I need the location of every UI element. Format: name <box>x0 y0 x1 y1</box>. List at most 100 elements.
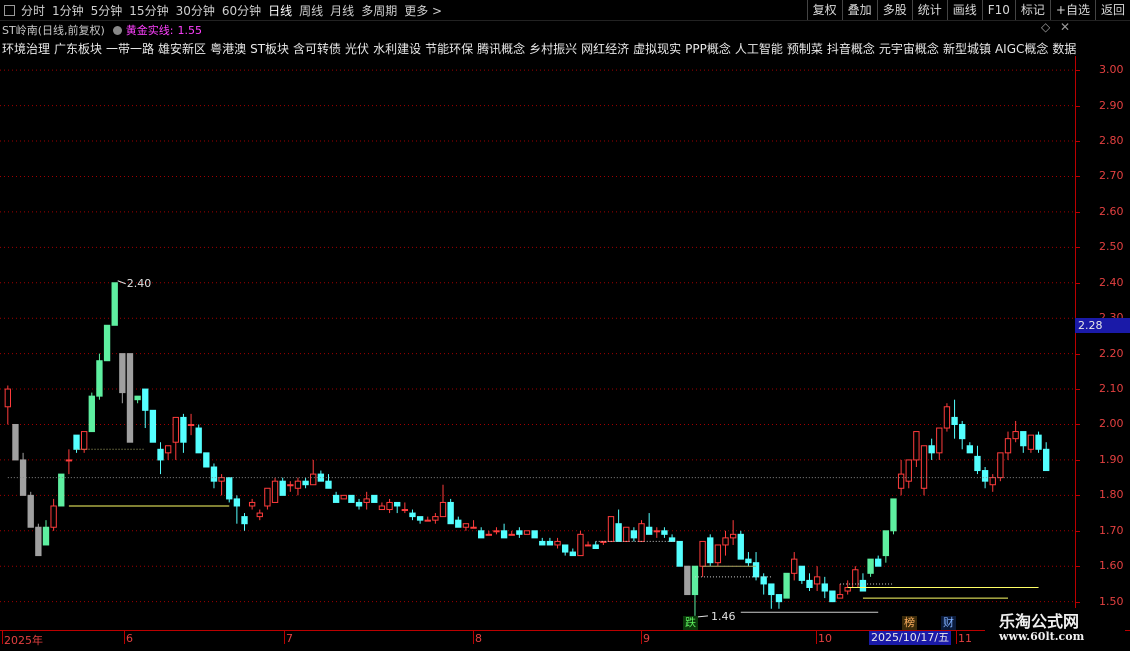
candle-body-126 <box>966 445 974 454</box>
diamond-icon[interactable]: ◇ <box>1041 20 1050 34</box>
watermark-title: 乐淘公式网 <box>999 612 1080 631</box>
watermark-url: www.60lt.com <box>999 630 1085 643</box>
period-tab-5[interactable]: 60分钟 <box>222 2 261 19</box>
finance-badge[interactable]: 财 <box>941 616 956 630</box>
concept-tag-20[interactable]: AIGC概念 <box>995 40 1048 56</box>
concept-tag-18[interactable]: 元宇宙概念 <box>879 40 939 56</box>
candle-body-133 <box>1020 431 1027 447</box>
concept-tag-5[interactable]: ST板块 <box>250 40 289 56</box>
concept-tag-1[interactable]: 广东板块 <box>54 40 102 56</box>
current-price-tag: 2.28 <box>1075 318 1130 334</box>
candle-body-54 <box>416 516 424 521</box>
low-price-pointer <box>697 615 709 618</box>
concept-tag-12[interactable]: 网红经济 <box>581 40 629 56</box>
stock-name: ST岭南(日线,前复权) <box>2 24 105 37</box>
candle-body-41 <box>317 473 325 482</box>
candle-body-80 <box>615 523 622 542</box>
candle-body-99 <box>760 576 767 585</box>
period-tab-4[interactable]: 30分钟 <box>176 2 215 19</box>
concept-tag-4[interactable]: 粤港澳 <box>210 40 246 56</box>
period-tab-8[interactable]: 月线 <box>330 2 354 19</box>
candle-body-85 <box>653 530 660 533</box>
candle-body-79 <box>607 516 615 542</box>
concept-tag-17[interactable]: 抖音概念 <box>827 40 875 56</box>
candle-body-74 <box>569 551 576 557</box>
candle-body-58 <box>447 501 454 525</box>
period-tab-7[interactable]: 周线 <box>299 2 323 19</box>
toolbar-button-7[interactable]: +自选 <box>1049 0 1095 20</box>
price-tick-12: 1.80 <box>1099 488 1124 502</box>
candle-body-60 <box>462 523 470 528</box>
price-tick-mark-11 <box>1076 459 1080 461</box>
toolbar-button-3[interactable]: 统计 <box>911 0 947 20</box>
indicator-name: 黄金实线 <box>125 24 170 37</box>
price-tick-mark-0 <box>1076 70 1080 72</box>
date-label-4: 9 <box>643 632 650 645</box>
candle-body-14 <box>111 282 118 326</box>
toolbar-button-5[interactable]: F10 <box>981 0 1015 20</box>
concept-tag-10[interactable]: 腾讯概念 <box>477 40 525 56</box>
price-tick-mark-10 <box>1076 424 1080 426</box>
candlestick-chart[interactable]: 2.40 1.46 <box>0 56 1075 630</box>
price-tick-3: 2.70 <box>1099 169 1124 183</box>
date-label-0: 2025年 <box>4 634 43 647</box>
price-tick-10: 2.00 <box>1099 417 1124 431</box>
candle-body-122 <box>936 427 943 454</box>
concept-tag-11[interactable]: 乡村振兴 <box>529 40 577 56</box>
candle-body-6 <box>50 505 57 528</box>
period-tab-2[interactable]: 5分钟 <box>91 2 123 19</box>
concept-tag-7[interactable]: 光伏 <box>345 40 369 56</box>
price-tick-15: 1.50 <box>1099 594 1124 608</box>
candle-body-40 <box>310 473 317 486</box>
date-label-5: 10 <box>818 632 832 645</box>
concept-tag-21[interactable]: 数据确权 <box>1052 40 1076 56</box>
drop-badge[interactable]: 跌 <box>683 616 698 630</box>
candle-body-32 <box>248 501 256 507</box>
toggle-square-icon[interactable] <box>4 4 15 16</box>
candle-body-90 <box>691 565 699 596</box>
concept-tag-6[interactable]: 含可转债 <box>293 40 341 56</box>
concept-tag-15[interactable]: 人工智能 <box>735 40 783 56</box>
period-tab-3[interactable]: 15分钟 <box>129 2 168 19</box>
concept-tag-13[interactable]: 虚拟现实 <box>633 40 681 56</box>
price-tick-9: 2.10 <box>1099 382 1124 396</box>
concept-tag-9[interactable]: 节能环保 <box>425 40 473 56</box>
candle-body-25 <box>195 427 202 454</box>
toolbar-button-0[interactable]: 复权 <box>806 0 842 20</box>
concept-tag-3[interactable]: 雄安新区 <box>158 40 206 56</box>
toolbar-button-2[interactable]: 多股 <box>876 0 912 20</box>
toolbar-button-6[interactable]: 标记 <box>1014 0 1050 20</box>
concept-tag-16[interactable]: 预制菜 <box>787 40 823 56</box>
period-tab-9[interactable]: 多周期 <box>361 2 397 19</box>
date-label-3: 8 <box>475 632 482 645</box>
candle-body-5 <box>42 526 50 546</box>
date-separator-5 <box>816 631 817 644</box>
candle-body-19 <box>149 409 157 443</box>
close-icon[interactable]: ✕ <box>1060 20 1070 34</box>
date-label-1: 6 <box>126 632 133 645</box>
indicator-toggle-icon[interactable] <box>112 25 122 35</box>
candle-body-83 <box>638 523 645 542</box>
period-tab-6[interactable]: 日线 <box>268 2 292 19</box>
candle-body-94 <box>722 537 729 546</box>
candle-body-101 <box>775 594 783 603</box>
candle-body-76 <box>584 544 592 547</box>
concept-tag-14[interactable]: PPP概念 <box>685 40 731 56</box>
period-tab-0[interactable]: 分时 <box>21 2 45 19</box>
period-tab-1[interactable]: 1分钟 <box>52 2 84 19</box>
concept-tag-19[interactable]: 新型城镇 <box>943 40 991 56</box>
rank-badge[interactable]: 榜 <box>902 616 917 630</box>
stock-info-line: ST岭南(日线,前复权) 黄金实线 : 1.55 <box>2 22 202 38</box>
concept-tag-8[interactable]: 水利建设 <box>373 40 421 56</box>
concept-tag-0[interactable]: 环境治理 <box>2 40 50 56</box>
toolbar-button-4[interactable]: 画线 <box>946 0 982 20</box>
candle-body-23 <box>180 416 187 443</box>
candle-body-59 <box>455 519 462 528</box>
toolbar-button-1[interactable]: 叠加 <box>841 0 877 20</box>
concept-tag-2[interactable]: 一带一路 <box>106 40 154 56</box>
period-tab-10[interactable]: 更多 > <box>404 2 442 19</box>
candle-body-49 <box>378 505 386 511</box>
price-tick-mark-13 <box>1076 530 1080 532</box>
toolbar-button-8[interactable]: 返回 <box>1094 0 1130 20</box>
candle-body-26 <box>203 452 210 468</box>
